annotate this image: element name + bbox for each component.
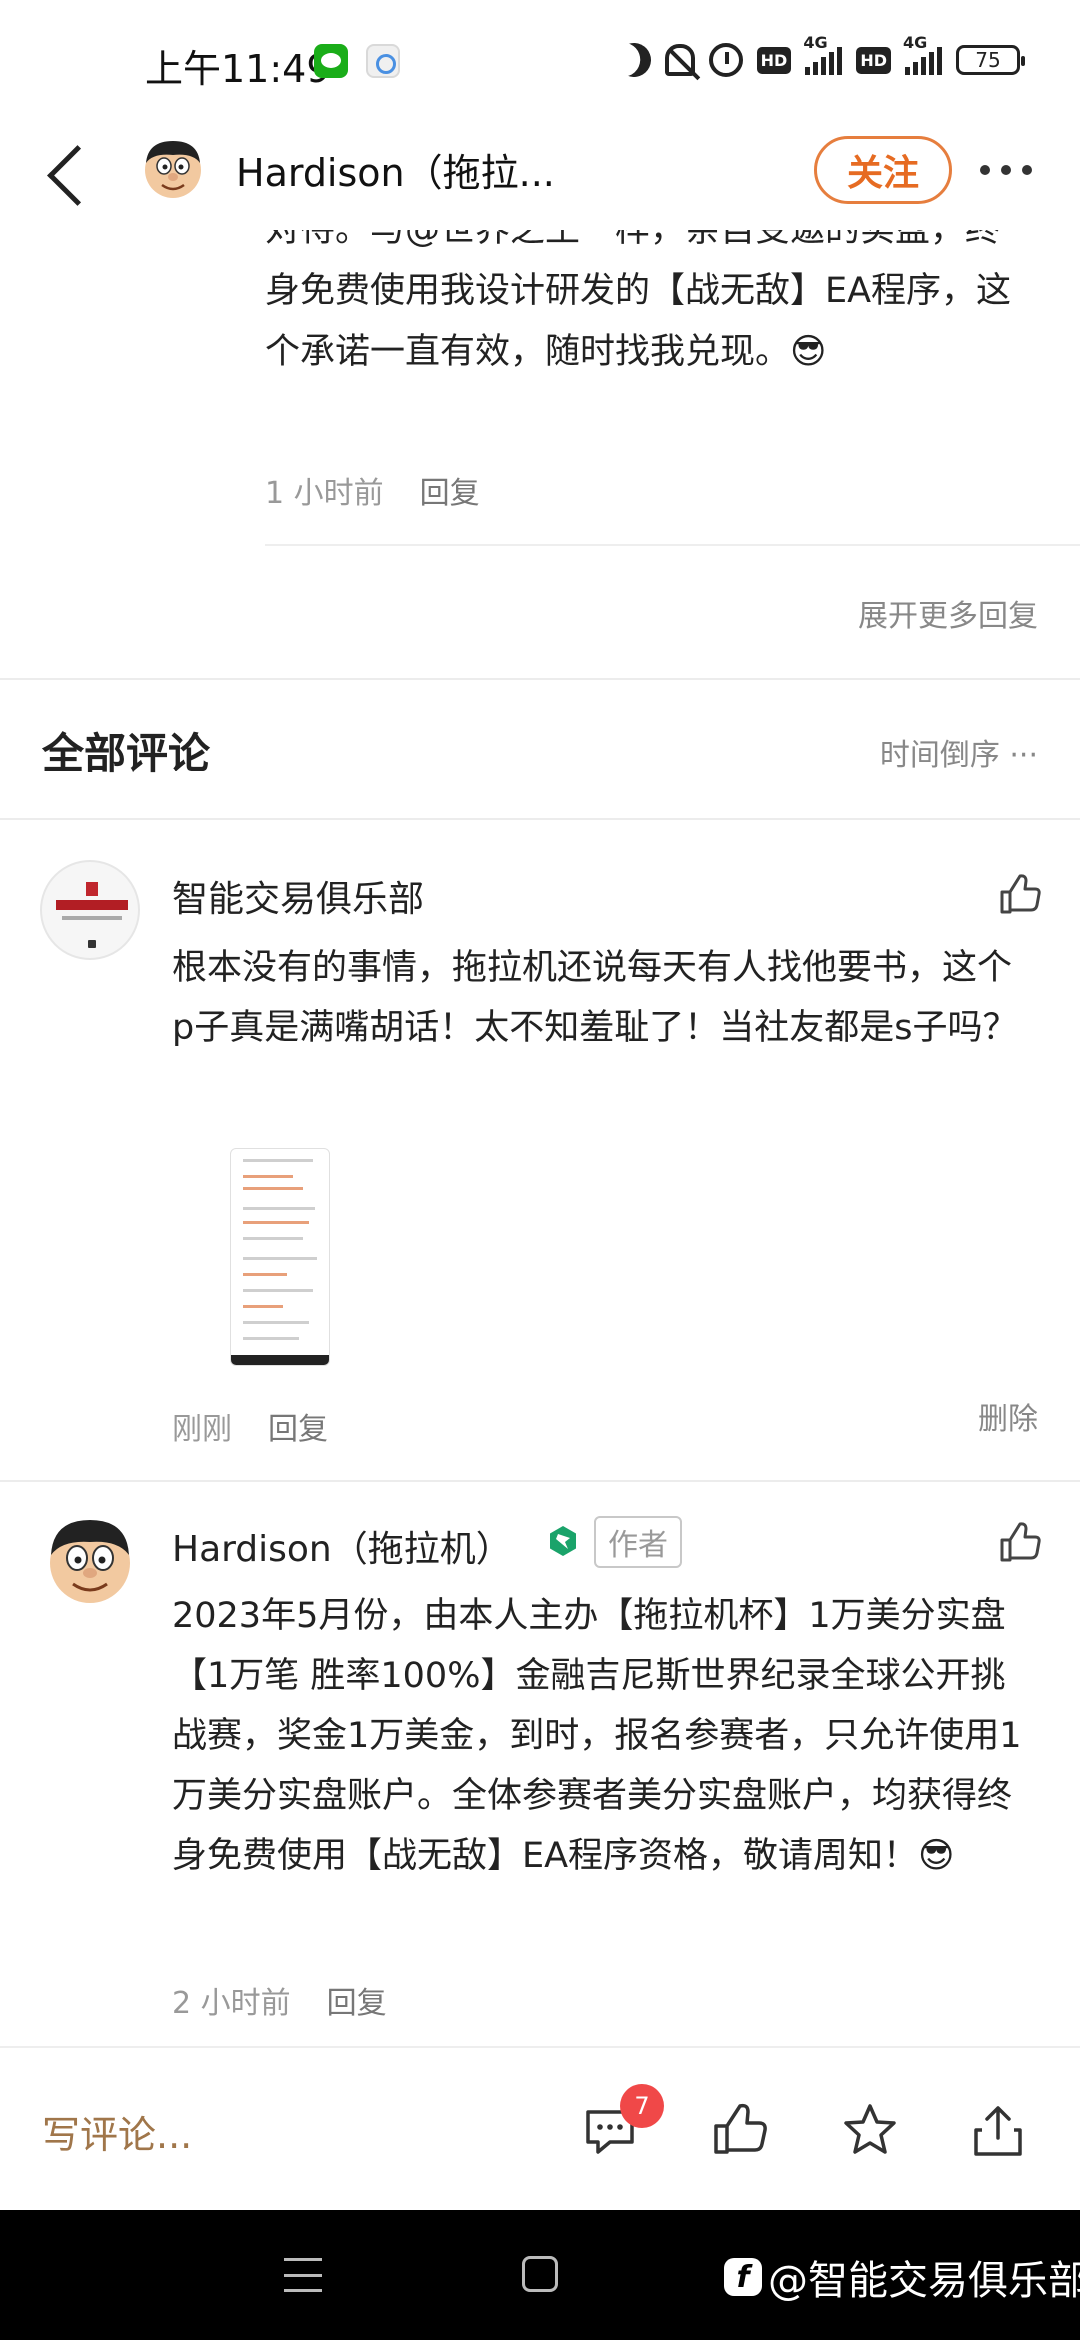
section-divider bbox=[0, 818, 1080, 820]
home-button[interactable] bbox=[522, 2256, 558, 2292]
comment-meta: 刚刚 回复 bbox=[172, 1404, 328, 1448]
verified-badge-icon bbox=[550, 1526, 576, 1556]
mute-icon bbox=[664, 44, 695, 76]
recent-apps-button[interactable] bbox=[284, 2258, 322, 2292]
divider bbox=[265, 544, 1080, 546]
comment-meta: 2 小时前 回复 bbox=[172, 1978, 387, 2022]
sort-order-toggle[interactable]: 时间倒序 ··· bbox=[880, 730, 1038, 774]
reply-meta: 1 小时前 回复 bbox=[265, 468, 480, 512]
comment-divider bbox=[0, 1480, 1080, 1482]
reply-button[interactable]: 回复 bbox=[420, 476, 480, 511]
like-icon[interactable] bbox=[710, 2100, 770, 2160]
expand-more-replies-link[interactable]: 展开更多回复 bbox=[858, 591, 1038, 635]
like-icon[interactable] bbox=[998, 872, 1042, 916]
signal-icon-2: 4G bbox=[903, 33, 942, 75]
wechat-notification-icon bbox=[314, 44, 348, 78]
comment-text: 根本没有的事情，拖拉机还说每天有人找他要书，这个p子真是满嘴胡话！太不知羞耻了！… bbox=[172, 948, 1018, 1048]
commenter-avatar[interactable] bbox=[40, 1510, 140, 1610]
section-divider bbox=[0, 678, 1080, 680]
status-time: 上午11:49 bbox=[145, 47, 331, 91]
system-nav-bar: f @智能交易俱乐部 bbox=[0, 2210, 1080, 2340]
commenter-avatar[interactable] bbox=[40, 860, 140, 960]
status-bar: 上午11:49 HD 4G HD 4G 75 bbox=[0, 0, 1080, 120]
comment-count-badge: 7 bbox=[620, 2084, 664, 2128]
battery-icon: 75 bbox=[956, 45, 1025, 75]
signal-icon: 4G bbox=[803, 33, 843, 75]
share-icon[interactable] bbox=[968, 2100, 1028, 2160]
do-not-disturb-icon bbox=[612, 38, 656, 82]
comment-text: 2023年5月份，由本人主办【拖拉机杯】1万美分实盘【1万笔 胜率100%】金融… bbox=[172, 1596, 1022, 1876]
top-nav-bar: Hardison（拖拉... 关注 bbox=[0, 120, 1080, 230]
author-avatar[interactable] bbox=[138, 133, 208, 203]
comment-image-thumbnail[interactable] bbox=[230, 1148, 330, 1366]
comment-time: 2 小时前 bbox=[172, 1986, 291, 2021]
hd-indicator-2: HD bbox=[856, 46, 891, 74]
alarm-icon bbox=[708, 43, 743, 77]
watermark-logo-icon: f bbox=[724, 2258, 762, 2296]
delete-button[interactable]: 删除 bbox=[978, 1394, 1038, 1438]
hd-indicator: HD bbox=[756, 46, 792, 74]
commenter-name[interactable]: Hardison（拖拉机） bbox=[172, 1520, 512, 1572]
favorite-star-icon[interactable] bbox=[840, 2100, 900, 2160]
back-arrow-icon[interactable] bbox=[48, 140, 88, 210]
page-title: Hardison（拖拉... bbox=[236, 151, 555, 195]
reply-time: 1 小时前 bbox=[265, 476, 384, 511]
more-options-icon[interactable] bbox=[980, 160, 1040, 180]
like-icon[interactable] bbox=[998, 1520, 1042, 1564]
bottom-action-bar: 写评论... 7 bbox=[0, 2046, 1080, 2210]
watermark-text: @智能交易俱乐部 bbox=[768, 2258, 1080, 2304]
reply-button[interactable]: 回复 bbox=[327, 1986, 387, 2021]
watermark: f @智能交易俱乐部 bbox=[724, 2248, 1080, 2306]
all-comments-heading: 全部评论 bbox=[42, 729, 211, 778]
write-comment-input[interactable]: 写评论... bbox=[42, 2104, 192, 2159]
follow-button[interactable]: 关注 bbox=[814, 136, 952, 204]
commenter-name[interactable]: 智能交易俱乐部 bbox=[172, 870, 424, 922]
author-tag: 作者 bbox=[594, 1516, 682, 1568]
app-notification-icon bbox=[366, 44, 400, 78]
reply-button[interactable]: 回复 bbox=[268, 1412, 328, 1447]
status-icons: HD 4G HD 4G 75 bbox=[617, 33, 1025, 80]
comment-time: 刚刚 bbox=[172, 1412, 232, 1447]
